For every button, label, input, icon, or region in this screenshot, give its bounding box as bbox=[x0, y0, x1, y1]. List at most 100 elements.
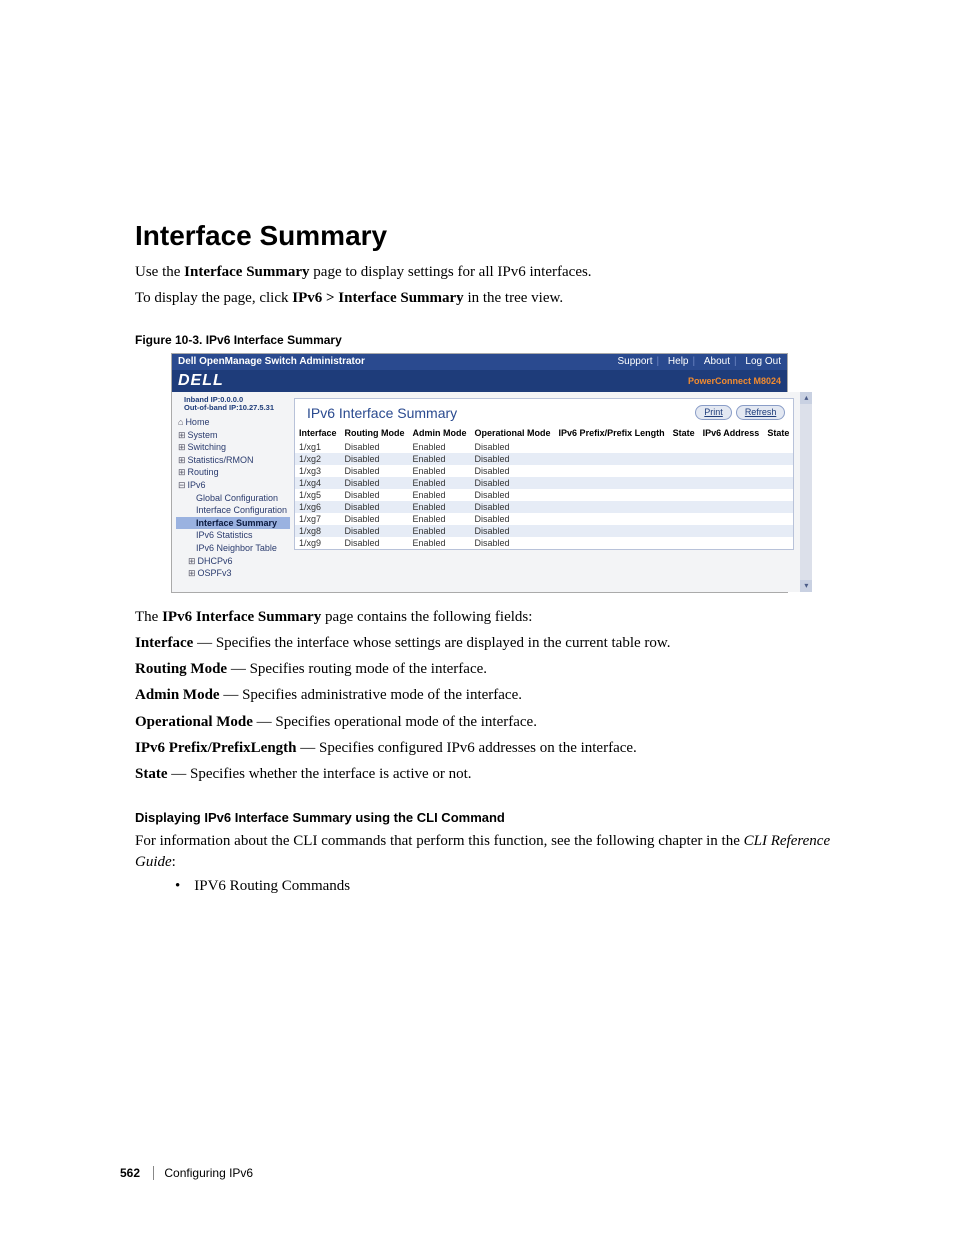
pane: IPv6 Interface Summary Print Refresh Int… bbox=[294, 398, 794, 550]
cell-empty bbox=[555, 537, 669, 549]
cell: 1/xg3 bbox=[295, 465, 341, 477]
field-label: Operational Mode bbox=[135, 714, 253, 730]
text: page contains the following fields: bbox=[321, 609, 532, 625]
main-content: IPv6 Interface Summary Print Refresh Int… bbox=[292, 392, 800, 592]
nav-statistics[interactable]: ⊞Statistics/RMON bbox=[176, 454, 290, 467]
nav-path: IPv6 > Interface Summary bbox=[292, 290, 463, 306]
col-state2: State bbox=[763, 425, 793, 441]
text: To display the page, click bbox=[135, 290, 292, 306]
refresh-button[interactable]: Refresh bbox=[736, 405, 786, 420]
nav-dhcpv6[interactable]: ⊞DHCPv6 bbox=[176, 555, 290, 568]
figure-caption: Figure 10-3. IPv6 Interface Summary bbox=[135, 333, 834, 347]
cell: 1/xg4 bbox=[295, 477, 341, 489]
table-row: 1/xg7DisabledEnabledDisabled bbox=[295, 513, 793, 525]
cell-empty bbox=[555, 489, 669, 501]
nav-home[interactable]: ⌂Home bbox=[176, 416, 290, 429]
field-label: State bbox=[135, 766, 168, 782]
cell-empty bbox=[763, 537, 793, 549]
cli-subhead: Displaying IPv6 Interface Summary using … bbox=[135, 810, 834, 825]
cell: Disabled bbox=[471, 525, 555, 537]
link-logout[interactable]: Log Out bbox=[745, 356, 781, 367]
expand-icon: ⊞ bbox=[178, 442, 186, 452]
field-desc: — Specifies the interface whose settings… bbox=[193, 635, 670, 651]
link-help[interactable]: Help bbox=[668, 356, 689, 367]
cell-empty bbox=[669, 525, 699, 537]
cell-empty bbox=[555, 525, 669, 537]
link-about[interactable]: About bbox=[704, 356, 730, 367]
text: page to display settings for all IPv6 in… bbox=[310, 264, 592, 280]
nav-switching[interactable]: ⊞Switching bbox=[176, 441, 290, 454]
cell-empty bbox=[669, 465, 699, 477]
text: in the tree view. bbox=[464, 290, 563, 306]
cell-empty bbox=[669, 501, 699, 513]
expand-icon: ⊞ bbox=[178, 455, 186, 465]
scroll-up-icon[interactable]: ▴ bbox=[800, 392, 812, 404]
bullet-text: IPV6 Routing Commands bbox=[194, 878, 350, 895]
field-definition: Operational Mode — Specifies operational… bbox=[135, 712, 834, 732]
nav-label: Routing bbox=[188, 467, 219, 477]
dell-logo: DELL bbox=[178, 372, 224, 390]
nav-label: Home bbox=[185, 417, 209, 427]
cell: Enabled bbox=[409, 489, 471, 501]
cell-empty bbox=[699, 465, 764, 477]
cell-empty bbox=[669, 441, 699, 453]
nav-ospfv3[interactable]: ⊞OSPFv3 bbox=[176, 567, 290, 580]
nav-label: Switching bbox=[188, 442, 227, 452]
cell: Enabled bbox=[409, 477, 471, 489]
scrollbar[interactable]: ▴ ▾ bbox=[800, 392, 812, 592]
logo-bar: DELL PowerConnect M8024 bbox=[172, 370, 787, 392]
cell-empty bbox=[555, 501, 669, 513]
scroll-down-icon[interactable]: ▾ bbox=[800, 580, 812, 592]
text: : bbox=[172, 854, 176, 870]
field-label: Admin Mode bbox=[135, 687, 220, 703]
cell-empty bbox=[669, 489, 699, 501]
header-links: Support| Help| About| Log Out bbox=[613, 356, 781, 367]
app-title: Dell OpenManage Switch Administrator bbox=[178, 356, 365, 367]
cell: 1/xg5 bbox=[295, 489, 341, 501]
nav-ipv6[interactable]: ⊟IPv6 bbox=[176, 479, 290, 492]
cell: Disabled bbox=[471, 465, 555, 477]
cell-empty bbox=[763, 489, 793, 501]
nav-system[interactable]: ⊞System bbox=[176, 429, 290, 442]
cell-empty bbox=[699, 477, 764, 489]
term-page: IPv6 Interface Summary bbox=[162, 609, 321, 625]
field-desc: — Specifies operational mode of the inte… bbox=[253, 714, 537, 730]
nav-routing[interactable]: ⊞Routing bbox=[176, 466, 290, 479]
cell: 1/xg2 bbox=[295, 453, 341, 465]
cell: Disabled bbox=[471, 537, 555, 549]
field-label: Interface bbox=[135, 635, 193, 651]
cell-empty bbox=[555, 465, 669, 477]
field-definition: Admin Mode — Specifies administrative mo… bbox=[135, 685, 834, 705]
link-support[interactable]: Support bbox=[617, 356, 652, 367]
nav-interface-config[interactable]: Interface Configuration bbox=[176, 504, 290, 517]
print-button[interactable]: Print bbox=[695, 405, 732, 420]
app-header: Dell OpenManage Switch Administrator Sup… bbox=[172, 354, 787, 370]
field-desc: — Specifies administrative mode of the i… bbox=[220, 687, 522, 703]
col-admin-mode: Admin Mode bbox=[409, 425, 471, 441]
divider: | bbox=[657, 356, 660, 367]
fields-intro: The IPv6 Interface Summary page contains… bbox=[135, 607, 834, 627]
expand-icon: ⊞ bbox=[188, 556, 196, 566]
cell-empty bbox=[669, 513, 699, 525]
nav-global-config[interactable]: Global Configuration bbox=[176, 492, 290, 505]
cell: Disabled bbox=[471, 513, 555, 525]
col-operational-mode: Operational Mode bbox=[471, 425, 555, 441]
cell: Enabled bbox=[409, 537, 471, 549]
cell-empty bbox=[555, 513, 669, 525]
text: The bbox=[135, 609, 162, 625]
text: For information about the CLI commands t… bbox=[135, 833, 744, 849]
col-interface: Interface bbox=[295, 425, 341, 441]
nav-interface-summary[interactable]: Interface Summary bbox=[176, 517, 290, 530]
cell: Disabled bbox=[341, 513, 409, 525]
cell-empty bbox=[669, 453, 699, 465]
col-state: State bbox=[669, 425, 699, 441]
cell: Disabled bbox=[471, 441, 555, 453]
cell: Disabled bbox=[471, 453, 555, 465]
cell: Enabled bbox=[409, 501, 471, 513]
table-row: 1/xg2DisabledEnabledDisabled bbox=[295, 453, 793, 465]
cell: Disabled bbox=[471, 477, 555, 489]
nav-neighbor-table[interactable]: IPv6 Neighbor Table bbox=[176, 542, 290, 555]
cell: Disabled bbox=[341, 525, 409, 537]
nav-ipv6-statistics[interactable]: IPv6 Statistics bbox=[176, 529, 290, 542]
nav-label: System bbox=[188, 430, 218, 440]
